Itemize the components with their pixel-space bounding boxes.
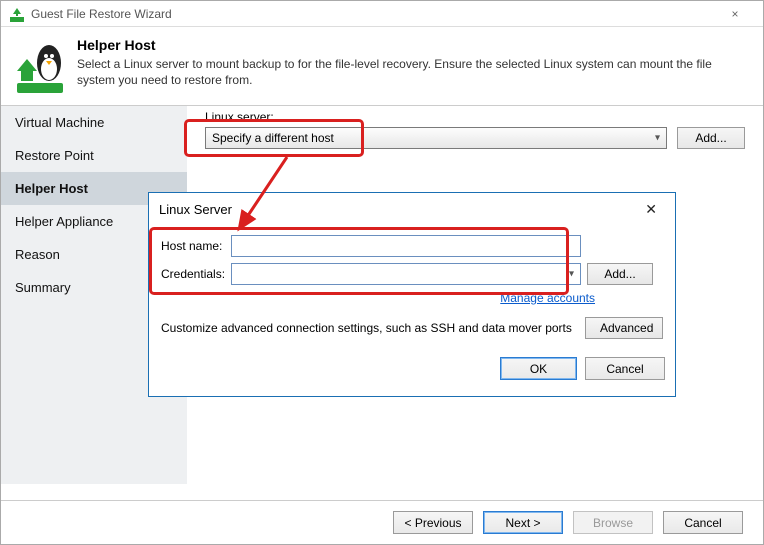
wizard-window: Guest File Restore Wizard × Helper Host … [0, 0, 764, 545]
footer: < Previous Next > Browse Cancel [1, 500, 763, 544]
page-subtitle: Select a Linux server to mount backup to… [77, 57, 717, 88]
next-button[interactable]: Next > [483, 511, 563, 534]
dialog-footer: OK Cancel [149, 339, 675, 390]
close-icon[interactable]: × [715, 1, 755, 27]
chevron-down-icon: ▾ [655, 133, 660, 144]
dialog-body: Host name: Credentials: ▾ Add... Manage … [149, 225, 675, 339]
cancel-button[interactable]: Cancel [663, 511, 743, 534]
credentials-label: Credentials: [161, 267, 225, 281]
header: Helper Host Select a Linux server to mou… [1, 27, 763, 106]
manage-accounts-link[interactable]: Manage accounts [500, 291, 595, 305]
linux-server-label: Linux server: [205, 110, 745, 124]
titlebar: Guest File Restore Wizard × [1, 1, 763, 27]
advanced-note-row: Customize advanced connection settings, … [161, 317, 663, 339]
host-name-row: Host name: [161, 235, 663, 257]
host-name-label: Host name: [161, 239, 225, 253]
add-credentials-button[interactable]: Add... [587, 263, 653, 285]
linux-server-row: Specify a different host ▾ Add... [205, 127, 745, 149]
advanced-note: Customize advanced connection settings, … [161, 321, 575, 335]
linux-server-select[interactable]: Specify a different host ▾ [205, 127, 667, 149]
linux-server-dialog: Linux Server ✕ Host name: Credentials: ▾… [148, 192, 676, 397]
chevron-down-icon: ▾ [569, 269, 574, 280]
nav-restore-point[interactable]: Restore Point [1, 139, 187, 172]
dialog-ok-button[interactable]: OK [500, 357, 577, 380]
host-name-input[interactable] [231, 235, 581, 257]
dialog-cancel-button[interactable]: Cancel [585, 357, 665, 380]
penguin-icon [15, 37, 65, 95]
nav-virtual-machine[interactable]: Virtual Machine [1, 106, 187, 139]
previous-button[interactable]: < Previous [393, 511, 473, 534]
dialog-title: Linux Server [159, 202, 232, 217]
credentials-select[interactable]: ▾ [231, 263, 581, 285]
manage-accounts-row: Manage accounts [161, 291, 663, 305]
add-server-button[interactable]: Add... [677, 127, 745, 149]
app-icon [9, 6, 25, 22]
page-title: Helper Host [77, 37, 717, 53]
dialog-close-icon[interactable]: ✕ [637, 199, 665, 220]
header-text: Helper Host Select a Linux server to mou… [77, 37, 717, 95]
linux-server-value: Specify a different host [212, 131, 334, 145]
advanced-button[interactable]: Advanced [585, 317, 663, 339]
browse-button: Browse [573, 511, 653, 534]
dialog-titlebar: Linux Server ✕ [149, 193, 675, 225]
credentials-row: Credentials: ▾ Add... [161, 263, 663, 285]
window-title: Guest File Restore Wizard [31, 1, 715, 27]
